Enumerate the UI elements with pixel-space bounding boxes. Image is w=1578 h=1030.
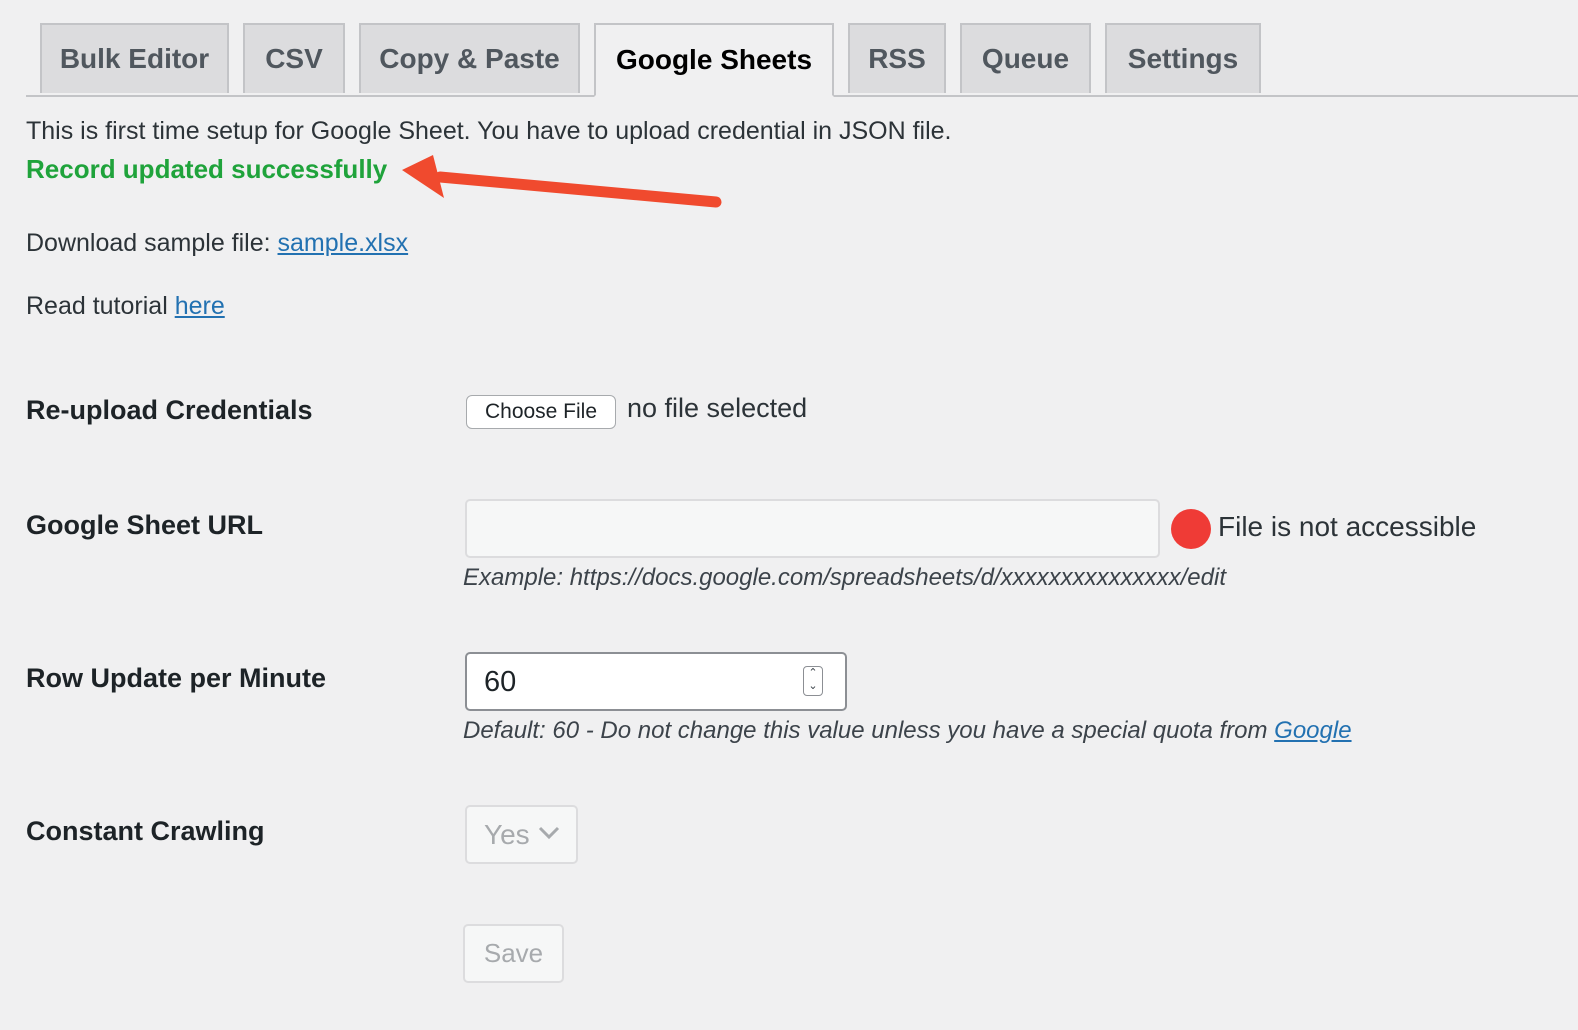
sheet-url-hint: Example: https://docs.google.com/spreads… bbox=[463, 564, 1226, 591]
tab-csv[interactable]: CSV bbox=[243, 23, 345, 93]
row-update-value: 60 bbox=[484, 666, 517, 698]
sheet-url-input[interactable] bbox=[465, 499, 1160, 558]
row-update-input[interactable]: 60 ⌃ ⌄ bbox=[465, 652, 847, 711]
sample-file-link[interactable]: sample.xlsx bbox=[278, 229, 409, 257]
crawling-label: Constant Crawling bbox=[26, 816, 265, 846]
sheet-url-label: Google Sheet URL bbox=[26, 510, 264, 540]
row-update-hint: Default: 60 - Do not change this value u… bbox=[463, 717, 1352, 745]
annotation-arrow-icon bbox=[402, 155, 722, 208]
crawling-select[interactable]: Yes bbox=[465, 805, 578, 864]
setup-intro-text: This is first time setup for Google Shee… bbox=[26, 117, 952, 145]
crawling-selected-value: Yes bbox=[484, 818, 530, 850]
save-button[interactable]: Save bbox=[463, 924, 564, 983]
download-sample-row: Download sample file: sample.xlsx bbox=[26, 229, 408, 258]
tab-google-sheets[interactable]: Google Sheets bbox=[594, 23, 834, 97]
number-spinner-icon[interactable]: ⌃ ⌄ bbox=[803, 666, 823, 696]
tab-bulk-editor[interactable]: Bulk Editor bbox=[40, 23, 229, 93]
credentials-label: Re-upload Credentials bbox=[26, 395, 313, 425]
chevron-down-icon bbox=[538, 826, 560, 840]
error-status-icon bbox=[1171, 509, 1211, 549]
choose-file-button[interactable]: Choose File bbox=[466, 395, 616, 429]
tutorial-row: Read tutorial here bbox=[26, 292, 225, 321]
row-update-label: Row Update per Minute bbox=[26, 663, 327, 693]
tutorial-link[interactable]: here bbox=[175, 292, 225, 320]
row-update-hint-text: Default: 60 - Do not change this value u… bbox=[463, 717, 1275, 744]
tutorial-label: Read tutorial bbox=[26, 292, 175, 320]
access-status-text: File is not accessible bbox=[1218, 511, 1477, 542]
tab-rss[interactable]: RSS bbox=[848, 23, 946, 93]
nav-tabs: Bulk Editor CSV Copy & Paste Google Shee… bbox=[26, 23, 1578, 97]
tab-settings[interactable]: Settings bbox=[1105, 23, 1261, 93]
download-sample-label: Download sample file: bbox=[26, 229, 278, 257]
google-sheets-settings-page: Bulk Editor CSV Copy & Paste Google Shee… bbox=[0, 0, 1578, 1030]
file-status-text: no file selected bbox=[627, 393, 808, 423]
tab-queue[interactable]: Queue bbox=[960, 23, 1091, 93]
success-message: Record updated successfully bbox=[26, 154, 388, 184]
tab-copy-paste[interactable]: Copy & Paste bbox=[359, 23, 580, 93]
google-quota-link[interactable]: Google bbox=[1274, 717, 1351, 744]
